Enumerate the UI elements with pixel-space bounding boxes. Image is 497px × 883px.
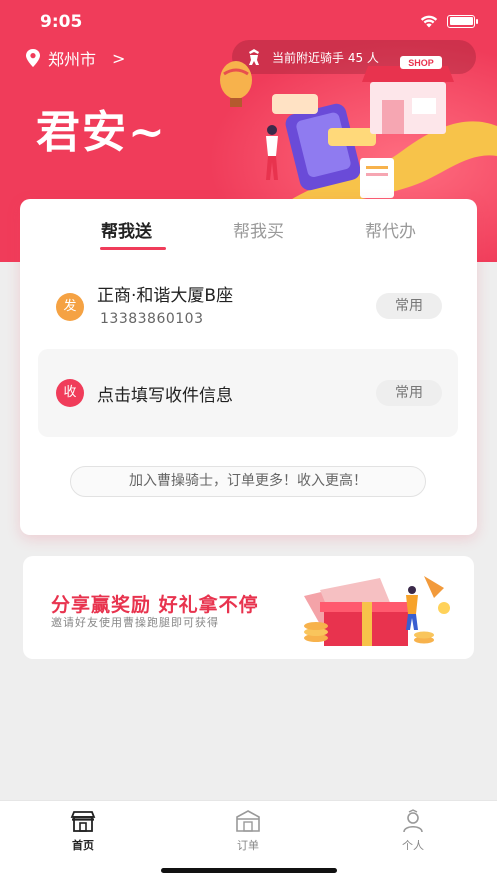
status-bar: 9:05: [0, 0, 497, 44]
wifi-icon: [420, 15, 438, 28]
active-tab-indicator: [100, 247, 166, 250]
phone-screen-icon: [285, 103, 361, 191]
tab-help-buy[interactable]: 帮我买: [233, 217, 284, 242]
nav-home-label: 首页: [72, 839, 94, 852]
greeting-title: 君安~: [36, 107, 167, 158]
shop-building-icon: SHOP: [362, 56, 454, 134]
sender-address: 正商·和谐大厦B座: [97, 286, 234, 306]
service-tabs: 帮我送 帮我买 帮代办: [20, 217, 477, 257]
receiver-frequent-button[interactable]: 常用: [376, 380, 442, 406]
order-box-icon: [236, 810, 260, 832]
city-selector[interactable]: 郑州市 >: [24, 46, 125, 70]
tab-help-errand[interactable]: 帮代办: [365, 217, 416, 242]
nav-home[interactable]: 首页: [53, 809, 113, 853]
gift-box-illustration: [304, 576, 450, 646]
delivery-illustration: SHOP: [220, 56, 497, 206]
delivery-order-card: 帮我送 帮我买 帮代办 发 正商·和谐大厦B座 13383860103 常用 收…: [20, 199, 477, 535]
courier-person-icon: [266, 125, 278, 180]
battery-icon: [447, 14, 478, 28]
nav-profile[interactable]: 个人: [383, 809, 443, 853]
nav-orders[interactable]: 订单: [218, 809, 278, 853]
sender-frequent-button[interactable]: 常用: [376, 293, 442, 319]
shop-sign-text: SHOP: [408, 58, 434, 68]
city-name: 郑州市: [48, 50, 97, 69]
promo-title: 分享赢奖励 好礼拿不停: [51, 594, 259, 616]
nav-orders-label: 订单: [237, 839, 259, 852]
home-indicator: [161, 868, 337, 873]
join-rider-banner[interactable]: 加入曹操骑士，订单更多！收入更高！: [70, 466, 426, 497]
location-pin-icon: [26, 49, 40, 67]
chevron-right-icon: >: [112, 48, 126, 68]
promo-subtitle: 邀请好友使用曹操跑腿即可获得: [51, 616, 219, 629]
sender-phone: 13383860103: [100, 311, 204, 327]
receiver-badge: 收: [56, 379, 84, 407]
share-reward-banner[interactable]: 分享赢奖励 好礼拿不停 邀请好友使用曹操跑腿即可获得: [23, 556, 474, 659]
home-shop-icon: [70, 811, 96, 832]
tab-help-send[interactable]: 帮我送: [101, 217, 152, 242]
status-icons: [419, 14, 478, 28]
status-time: 9:05: [40, 12, 83, 32]
receiver-address-row[interactable]: 收 点击填写收件信息 常用: [38, 349, 458, 437]
person-icon: [403, 809, 423, 833]
hot-air-balloon-icon: [220, 61, 252, 107]
sender-badge: 发: [56, 293, 84, 321]
receiver-placeholder: 点击填写收件信息: [97, 386, 233, 406]
sender-address-row[interactable]: 发 正商·和谐大厦B座 13383860103 常用: [38, 279, 458, 339]
nav-profile-label: 个人: [402, 839, 424, 852]
